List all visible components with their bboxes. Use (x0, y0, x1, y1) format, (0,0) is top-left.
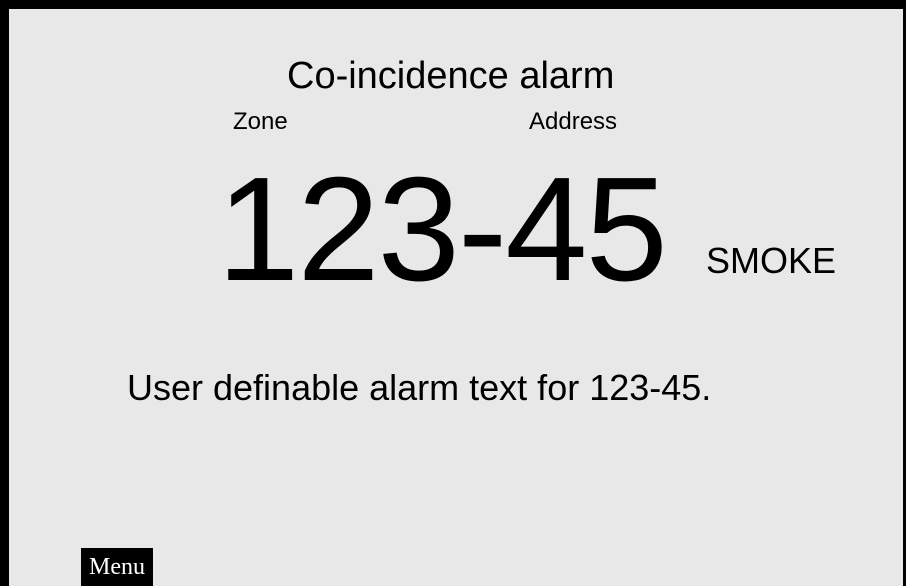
zone-address-number: 123-45 (217, 147, 668, 312)
address-label: Address (529, 108, 618, 135)
alarm-display-screen: Co-incidence alarm Zone Address 123-45 S… (0, 0, 906, 586)
alarm-title: Co-incidence alarm (287, 55, 615, 97)
zone-label: Zone (233, 108, 288, 135)
user-alarm-text: User definable alarm text for 123-45. (127, 367, 712, 408)
menu-button[interactable]: Menu (81, 548, 153, 586)
detector-type-label: SMOKE (706, 240, 837, 281)
